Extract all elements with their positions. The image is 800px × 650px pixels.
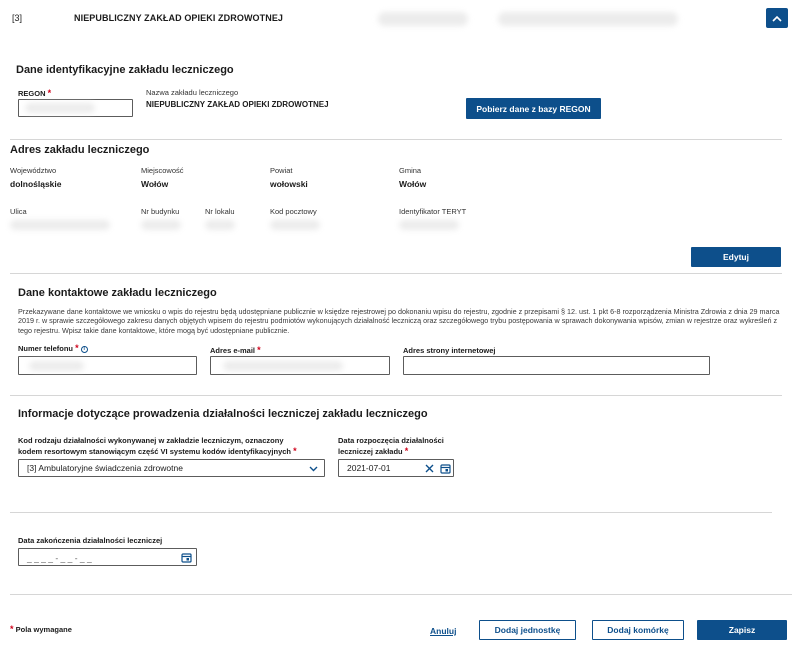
start-date-value: 2021-07-01 bbox=[347, 463, 391, 473]
facility-name-value: NIEPUBLICZNY ZAKŁAD OPIEKI ZDROWOTNEJ bbox=[146, 100, 329, 109]
regon-input[interactable] bbox=[18, 99, 133, 117]
divider bbox=[10, 395, 782, 396]
edit-address-button[interactable]: Edytuj bbox=[691, 247, 781, 267]
contact-title: Dane kontaktowe zakładu leczniczego bbox=[18, 287, 217, 299]
end-date-input[interactable]: _ _ _ _ - _ _ - _ _ bbox=[18, 548, 197, 566]
redacted-postal bbox=[270, 220, 320, 230]
activity-title: Informacje dotyczące prowadzenia działal… bbox=[18, 408, 428, 420]
email-label: Adres e-mail * bbox=[210, 345, 261, 355]
chevron-down-icon bbox=[309, 466, 318, 472]
start-date-input[interactable]: 2021-07-01 bbox=[338, 459, 454, 477]
redacted-regon bbox=[25, 103, 95, 113]
required-note: * Pola wymagane bbox=[10, 624, 72, 634]
website-input[interactable] bbox=[403, 356, 710, 375]
building-label: Nr budynku bbox=[141, 207, 180, 216]
start-date-label: Data rozpoczęcia działalności leczniczej… bbox=[338, 436, 444, 456]
street-label: Ulica bbox=[10, 207, 27, 216]
redacted-building bbox=[141, 220, 181, 230]
city-value: Wołów bbox=[141, 179, 169, 189]
regon-label: REGON * bbox=[18, 88, 52, 98]
end-date-label: Data zakończenia działalności leczniczej bbox=[18, 536, 163, 545]
redacted-email bbox=[223, 361, 343, 371]
clear-icon[interactable] bbox=[425, 464, 434, 473]
voivodeship-value: dolnośląskie bbox=[10, 179, 62, 189]
add-unit-button[interactable]: Dodaj jednostkę bbox=[479, 620, 576, 640]
activity-code-label: Kod rodzaju działalności wykonywanej w z… bbox=[18, 436, 297, 456]
collapse-button[interactable] bbox=[766, 8, 788, 28]
commune-value: Wołów bbox=[399, 179, 427, 189]
save-button[interactable]: Zapisz bbox=[697, 620, 787, 640]
end-date-placeholder: _ _ _ _ - _ _ - _ _ bbox=[27, 553, 92, 563]
add-cell-button[interactable]: Dodaj komórkę bbox=[592, 620, 684, 640]
cancel-link[interactable]: Anuluj bbox=[430, 626, 456, 636]
calendar-icon[interactable] bbox=[181, 552, 192, 563]
section-title: NIEPUBLICZNY ZAKŁAD OPIEKI ZDROWOTNEJ bbox=[74, 13, 284, 23]
unit-label: Nr lokalu bbox=[205, 207, 235, 216]
postal-code-label: Kod pocztowy bbox=[270, 207, 317, 216]
divider bbox=[10, 139, 782, 140]
website-label: Adres strony internetowej bbox=[403, 346, 496, 355]
info-icon[interactable]: i bbox=[80, 345, 88, 353]
divider bbox=[10, 512, 772, 513]
commune-label: Gmina bbox=[399, 166, 422, 175]
section-index: [3] bbox=[12, 13, 23, 23]
divider bbox=[10, 594, 792, 595]
activity-code-select[interactable]: [3] Ambulatoryjne świadczenia zdrowotne bbox=[18, 459, 325, 477]
activity-code-value: [3] Ambulatoryjne świadczenia zdrowotne bbox=[27, 463, 183, 473]
county-value: wołowski bbox=[270, 179, 308, 189]
facility-name-label: Nazwa zakładu leczniczego bbox=[146, 88, 239, 97]
voivodeship-label: Województwo bbox=[10, 166, 57, 175]
county-label: Powiat bbox=[270, 166, 293, 175]
contact-description: Przekazywane dane kontaktowe we wniosku … bbox=[18, 307, 780, 335]
city-label: Miejscowość bbox=[141, 166, 184, 175]
calendar-icon[interactable] bbox=[440, 463, 451, 474]
redacted-header-info bbox=[378, 12, 468, 26]
address-title: Adres zakładu leczniczego bbox=[10, 144, 150, 156]
redacted-unit bbox=[205, 220, 235, 230]
redacted-phone bbox=[29, 361, 84, 371]
chevron-up-icon bbox=[772, 15, 782, 22]
divider bbox=[10, 273, 782, 274]
identification-title: Dane identyfikacyjne zakładu leczniczego bbox=[16, 64, 234, 76]
phone-input[interactable] bbox=[18, 356, 197, 375]
teryt-label: Identyfikator TERYT bbox=[399, 207, 467, 216]
redacted-street bbox=[10, 220, 110, 230]
redacted-teryt bbox=[399, 220, 459, 230]
fetch-regon-button[interactable]: Pobierz dane z bazy REGON bbox=[466, 98, 601, 119]
phone-label: Numer telefonu * i bbox=[18, 343, 88, 353]
email-input[interactable] bbox=[210, 356, 390, 375]
redacted-header-info bbox=[498, 12, 678, 26]
